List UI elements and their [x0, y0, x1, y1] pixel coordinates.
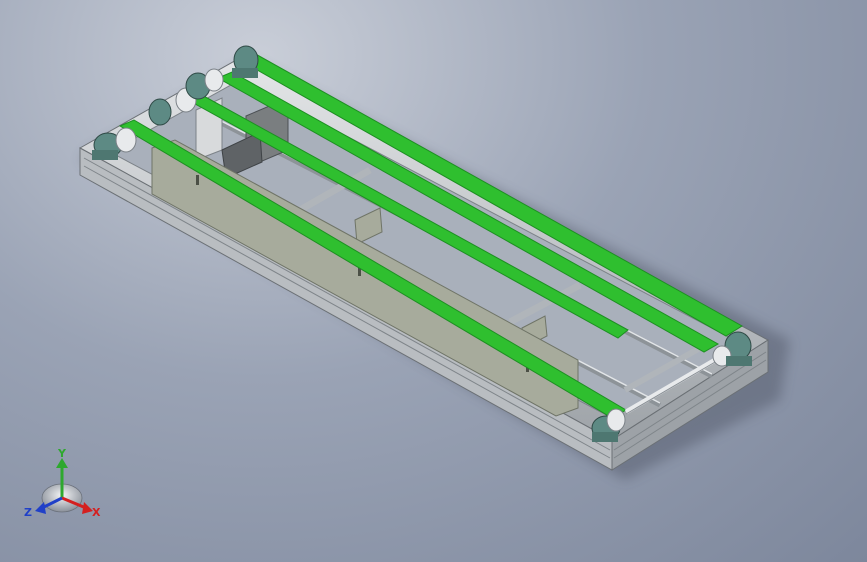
y-axis-label: Y: [57, 448, 67, 460]
cad-viewport[interactable]: Y X Z: [0, 0, 867, 562]
coordinate-triad-icon: Y X Z: [24, 448, 101, 519]
x-axis-label: X: [92, 506, 101, 519]
base-frame: [78, 57, 769, 471]
z-axis-label: Z: [24, 506, 32, 519]
conveyor-assembly-model[interactable]: [0, 0, 867, 562]
